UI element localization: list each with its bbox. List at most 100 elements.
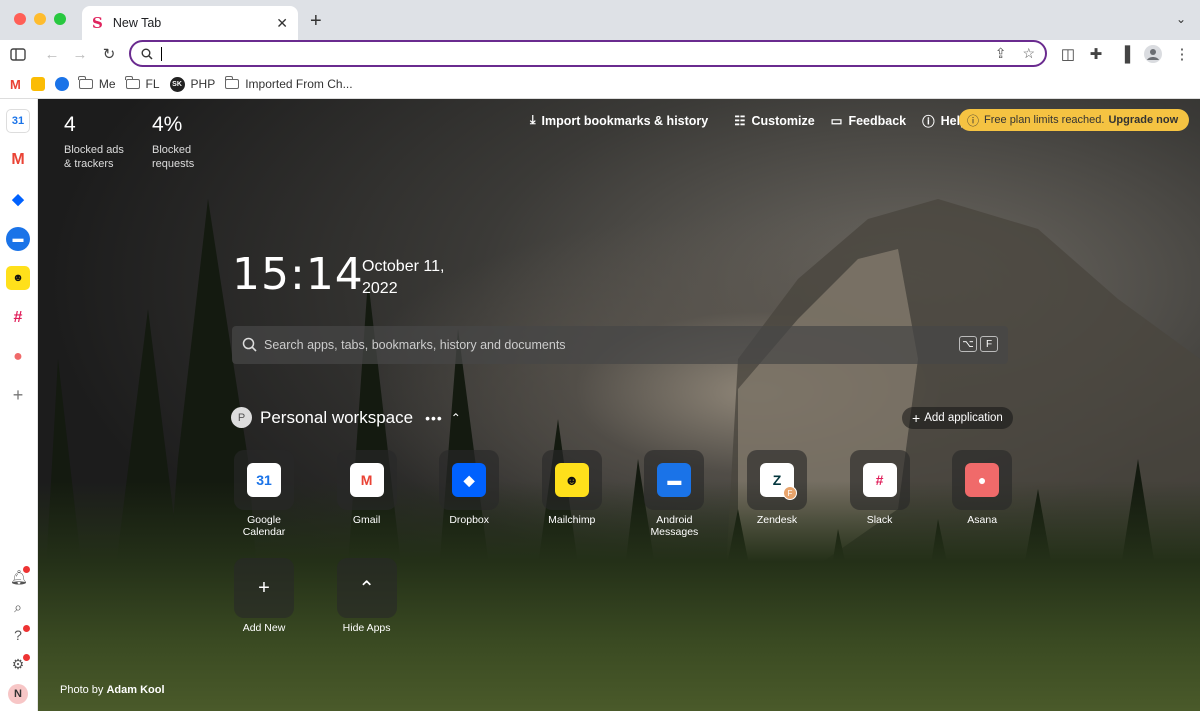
side-panel-icon[interactable]: ▐ bbox=[1115, 40, 1135, 68]
menu-kebab-icon[interactable]: ⋮ bbox=[1174, 40, 1190, 68]
control-tile[interactable]: ⌃ bbox=[336, 558, 397, 618]
control-label: Hide Apps bbox=[342, 622, 391, 634]
folder-icon bbox=[224, 76, 240, 89]
android-messages-icon: ▬ bbox=[657, 463, 692, 497]
forward-arrow-icon[interactable]: → bbox=[70, 40, 90, 68]
plan-notice: Free plan limits reached. bbox=[984, 114, 1105, 126]
app-dropbox[interactable]: ◆ Dropbox bbox=[439, 450, 500, 538]
app-label: Google Calendar bbox=[242, 514, 286, 538]
stat-value: 4 bbox=[64, 113, 76, 136]
app-gmail[interactable]: M Gmail bbox=[336, 450, 397, 538]
app-tile[interactable]: ▬ bbox=[644, 450, 705, 510]
customize-button[interactable]: ☷ Customize bbox=[734, 113, 814, 129]
close-tab-icon[interactable]: ✕ bbox=[276, 15, 288, 32]
sidebar-google-calendar-icon[interactable]: 31 bbox=[6, 109, 30, 133]
sidebar-search-icon[interactable]: ⌕ bbox=[10, 599, 26, 616]
keep-bookmark-icon[interactable] bbox=[30, 77, 45, 91]
f-key: F bbox=[980, 336, 998, 352]
sidebar-asana-icon[interactable]: ● bbox=[6, 345, 30, 369]
credit-prefix: Photo by bbox=[60, 684, 104, 696]
profile-avatar-icon[interactable] bbox=[1143, 40, 1163, 68]
app-tile[interactable]: ZF bbox=[746, 450, 807, 510]
more-options-icon[interactable]: ••• bbox=[425, 410, 443, 426]
app-asana[interactable]: ● Asana bbox=[952, 450, 1013, 538]
stat-label: Blocked ads & trackers bbox=[64, 144, 124, 170]
share-icon[interactable]: ⇪ bbox=[995, 45, 1007, 62]
sk-logo-icon: SK bbox=[169, 76, 185, 92]
option-key: ⌥ bbox=[959, 336, 977, 352]
toolbar: ← → ↻ ⇪ ☆ ◫ ✚ ▐ ⋮ bbox=[0, 40, 1200, 70]
workspace-header[interactable]: P Personal workspace ••• ⌃ bbox=[231, 407, 461, 428]
upgrade-banner[interactable]: ⓘ Free plan limits reached. Upgrade now bbox=[959, 109, 1189, 131]
sidebar-toggle-icon[interactable] bbox=[8, 40, 28, 68]
bookmark-folder-fl[interactable]: FL bbox=[125, 76, 160, 91]
app-tile[interactable]: 31 bbox=[234, 450, 294, 510]
app-tile[interactable]: M bbox=[336, 450, 397, 510]
search-icon bbox=[141, 48, 153, 60]
app-label: Asana bbox=[967, 514, 998, 526]
sidebar-mailchimp-icon[interactable]: ☻ bbox=[6, 266, 30, 290]
bookmark-folder-imported[interactable]: Imported From Ch... bbox=[224, 76, 353, 91]
browser-window: S New Tab ✕ + ⌄ ← → ↻ ⇪ ☆ ◫ ✚ ▐ ⋮ M Me F… bbox=[0, 0, 1200, 711]
slack-icon: # bbox=[862, 463, 897, 497]
app-tile[interactable]: ● bbox=[952, 450, 1013, 510]
sidebar-messages-icon[interactable]: ▬ bbox=[6, 227, 30, 251]
add-new-button[interactable]: + Add New bbox=[234, 558, 294, 634]
app-mailchimp[interactable]: ☻ Mailchimp bbox=[541, 450, 602, 538]
back-arrow-icon[interactable]: ← bbox=[42, 40, 62, 68]
clock-time: 15:14 bbox=[232, 249, 364, 300]
app-zendesk[interactable]: Z F Zendesk bbox=[746, 450, 807, 538]
feedback-button[interactable]: ▭ Feedback bbox=[831, 113, 906, 129]
app-tile[interactable]: ◆ bbox=[439, 450, 500, 510]
minimize-window-button[interactable] bbox=[34, 13, 46, 25]
maximize-window-button[interactable] bbox=[54, 13, 66, 25]
workspace-avatar: P bbox=[231, 407, 252, 428]
app-slack[interactable]: # Slack bbox=[849, 450, 910, 538]
app-label: Gmail bbox=[352, 514, 381, 526]
download-icon: ⤓ bbox=[530, 113, 536, 127]
sidebar-gmail-icon[interactable]: M bbox=[6, 148, 30, 172]
stat-label: Blocked requests bbox=[152, 144, 195, 170]
search-bar[interactable]: Search apps, tabs, bookmarks, history an… bbox=[232, 326, 1008, 364]
bookmark-star-icon[interactable]: ☆ bbox=[1022, 45, 1035, 62]
hide-apps-button[interactable]: ⌃ Hide Apps bbox=[336, 558, 397, 634]
control-tile[interactable]: + bbox=[234, 558, 294, 618]
app-android-messages[interactable]: ▬ Android Messages bbox=[644, 450, 705, 538]
folder-icon bbox=[78, 76, 93, 89]
app-google-calendar[interactable]: 31 Google Calendar bbox=[234, 450, 294, 538]
tab-new-tab[interactable]: S New Tab ✕ bbox=[82, 6, 298, 40]
reading-list-icon[interactable]: ◫ bbox=[1058, 40, 1078, 68]
workspace-name: Personal workspace bbox=[260, 407, 414, 427]
credit-author: Adam Kool bbox=[106, 684, 165, 696]
bookmark-php[interactable]: SK PHP bbox=[169, 76, 215, 92]
close-window-button[interactable] bbox=[14, 13, 26, 25]
import-bookmarks-button[interactable]: ⤓ Import bookmarks & history bbox=[530, 113, 708, 128]
app-label: Mailchimp bbox=[548, 514, 596, 526]
new-tab-button[interactable]: + bbox=[310, 10, 322, 33]
sidebar-add-icon[interactable]: + bbox=[10, 385, 26, 406]
tab-search-chevron-icon[interactable]: ⌄ bbox=[1176, 12, 1186, 26]
gmail-bookmark-icon[interactable]: M bbox=[10, 77, 21, 92]
address-bar[interactable]: ⇪ ☆ bbox=[129, 40, 1047, 67]
new-tab-page: 4 Blocked ads & trackers 4% Blocked requ… bbox=[38, 99, 1200, 711]
app-grid: 31 Google Calendar M Gmail ◆ Dropbox ☻ Mailchim… bbox=[234, 450, 1013, 634]
app-tile[interactable]: ☻ bbox=[541, 450, 602, 510]
help-dot bbox=[23, 625, 30, 632]
app-label: Zendesk bbox=[756, 514, 798, 526]
blocked-requests-stat: 4% Blocked requests bbox=[152, 113, 218, 171]
sidebar-slack-icon[interactable]: # bbox=[6, 306, 30, 330]
app-tile[interactable]: # bbox=[849, 450, 910, 510]
top-nav: ⤓ Import bookmarks & history ☷ Customize… bbox=[530, 111, 968, 130]
reload-icon[interactable]: ↻ bbox=[99, 40, 119, 68]
sidebar-dropbox-icon[interactable]: ◆ bbox=[6, 187, 30, 211]
user-avatar[interactable]: N bbox=[8, 684, 28, 704]
gmail-icon: M bbox=[349, 463, 384, 497]
extensions-puzzle-icon[interactable]: ✚ bbox=[1086, 40, 1106, 68]
upgrade-link[interactable]: Upgrade now bbox=[1108, 114, 1178, 126]
collapse-chevron-icon[interactable]: ⌃ bbox=[451, 411, 461, 425]
bookmark-folder-me[interactable]: Me bbox=[78, 76, 116, 91]
photo-credit[interactable]: Photo by Adam Kool bbox=[60, 684, 165, 696]
add-application-button[interactable]: + Add application bbox=[902, 407, 1013, 429]
blocked-ads-stat: 4 Blocked ads & trackers bbox=[64, 113, 130, 171]
messages-bookmark-icon[interactable] bbox=[54, 77, 69, 91]
